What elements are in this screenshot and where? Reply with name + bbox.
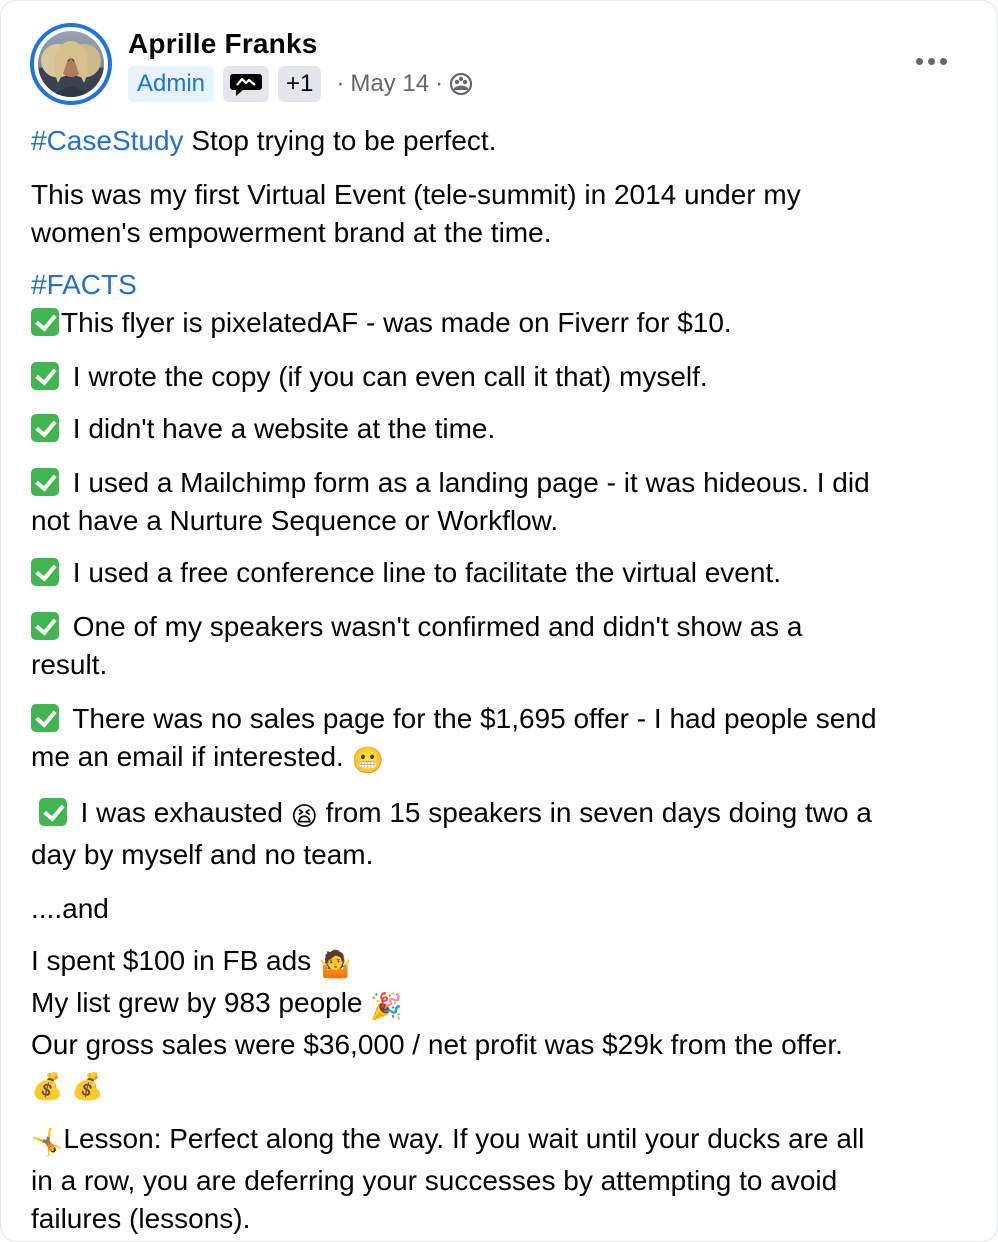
author-avatar[interactable]: [30, 23, 112, 105]
post-meta: Admin +1 · May 14 ·: [128, 65, 473, 103]
check-mark-icon: [31, 468, 59, 496]
event-paragraph-line: This was my first Virtual Event (tele-su…: [31, 179, 801, 210]
post-card: Aprille Franks Admin +1 · May 14 · #Case…: [0, 0, 998, 1242]
tired-face-emoji: 😫: [290, 802, 318, 832]
money-bag-emoji: 💰: [71, 1072, 104, 1102]
fact-item: I used a free conference line to facilit…: [31, 554, 971, 592]
check-mark-icon: [31, 362, 59, 390]
lesson-line: failures (lessons).: [31, 1203, 251, 1234]
more-badges-count[interactable]: +1: [278, 66, 322, 102]
group-audience-icon[interactable]: [449, 72, 473, 96]
money-bag-emoji: 💰: [31, 1072, 64, 1102]
check-mark-icon: [31, 308, 59, 336]
fact-item: I didn't have a website at the time.: [31, 410, 971, 448]
fact-item-continued: result.: [31, 649, 108, 680]
cartwheel-emoji: 🤸: [31, 1128, 64, 1158]
meta-separator: ·: [336, 70, 345, 97]
fact-text: I used a free conference line to facilit…: [65, 557, 781, 588]
lesson-line: in a row, you are deferring your success…: [31, 1165, 838, 1196]
avatar-photo: [38, 31, 104, 97]
more-options-icon[interactable]: [907, 43, 955, 79]
fact-text: I was exhausted: [72, 797, 291, 828]
fact-item-continued: not have a Nurture Sequence or Workflow.: [31, 505, 559, 536]
lesson-text: Lesson: Perfect along the way. If you wa…: [63, 1123, 865, 1154]
fact-item-continued: day by myself and no team.: [31, 839, 374, 870]
fact-item-continued: me an email if interested. 😬: [31, 738, 971, 780]
result-text: I spent $100 in FB ads: [31, 945, 319, 976]
fact-item: This flyer is pixelatedAF - was made on …: [31, 304, 971, 342]
check-mark-icon: [31, 612, 59, 640]
fact-text: from 15 speakers in seven days doing two…: [317, 797, 872, 828]
fact-text: I didn't have a website at the time.: [65, 413, 496, 444]
hashtag-facts[interactable]: #FACTS: [31, 269, 137, 300]
lesson-line: 🤸Lesson: Perfect along the way. If you w…: [31, 1120, 971, 1162]
fact-text: One of my speakers wasn't confirmed and …: [65, 611, 803, 642]
check-mark-icon: [31, 414, 59, 442]
fact-text: This flyer is pixelatedAF - was made on …: [61, 307, 732, 338]
and-line: ....and: [31, 893, 109, 924]
post-body: #CaseStudy Stop trying to be perfect. Th…: [31, 122, 971, 1238]
post-meta-text: · May 14 ·: [330, 70, 473, 98]
intro-text: Stop trying to be perfect.: [183, 125, 497, 156]
check-mark-icon: [38, 798, 67, 826]
hashtag-casestudy[interactable]: #CaseStudy: [31, 125, 184, 156]
event-paragraph-line: women's empowerment brand at the time.: [31, 217, 552, 248]
fact-text: I used a Mailchimp form as a landing pag…: [65, 467, 870, 498]
result-line: Our gross sales were $36,000 / net profi…: [31, 1029, 843, 1060]
admin-badge[interactable]: Admin: [128, 66, 215, 102]
shrug-emoji: 🤷: [318, 950, 352, 980]
fact-item: One of my speakers wasn't confirmed and …: [31, 608, 971, 646]
hashtag-facts-line: #FACTS: [31, 266, 971, 304]
post-intro: #CaseStudy Stop trying to be perfect.: [31, 122, 971, 160]
conversation-badge-icon[interactable]: [223, 66, 270, 102]
post-date[interactable]: May 14: [350, 70, 429, 98]
author-name[interactable]: Aprille Franks: [128, 28, 318, 60]
fact-text: There was no sales page for the $1,695 o…: [65, 703, 877, 734]
fact-text: I wrote the copy (if you can even call i…: [65, 361, 708, 392]
fact-item: There was no sales page for the $1,695 o…: [31, 700, 971, 738]
fact-item: I wrote the copy (if you can even call i…: [31, 358, 971, 396]
fact-item: I was exhausted 😫 from 15 speakers in se…: [31, 794, 971, 836]
check-mark-icon: [31, 558, 59, 586]
result-line: I spent $100 in FB ads 🤷: [31, 942, 971, 984]
result-line: My list grew by 983 people 🎉: [31, 984, 971, 1026]
result-text: My list grew by 983 people: [31, 987, 371, 1018]
meta-separator: ·: [435, 70, 444, 97]
fact-item: I used a Mailchimp form as a landing pag…: [31, 464, 971, 502]
grimace-emoji: 😬: [351, 746, 384, 776]
money-bags-line: 💰 💰: [31, 1064, 971, 1106]
check-mark-icon: [31, 704, 59, 732]
party-popper-emoji: 🎉: [370, 992, 403, 1022]
fact-text: me an email if interested.: [31, 741, 352, 772]
